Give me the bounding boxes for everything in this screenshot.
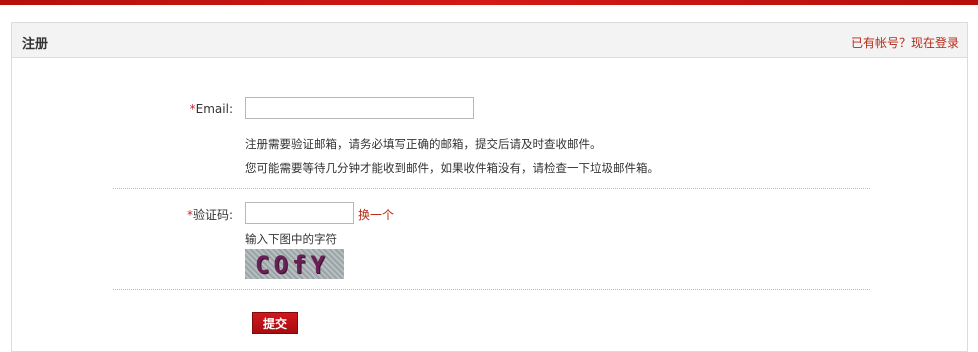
- panel-header: 注册 已有帐号？现在登录: [12, 23, 967, 58]
- submit-button[interactable]: 提交: [252, 312, 298, 334]
- register-panel: 注册 已有帐号？现在登录: [11, 22, 968, 352]
- captcha-field[interactable]: [245, 202, 354, 224]
- captcha-label-text: 验证码:: [192, 208, 233, 222]
- top-red-bar: [0, 0, 978, 5]
- captcha-label: *验证码:: [113, 206, 233, 223]
- divider: [113, 188, 870, 189]
- email-field[interactable]: [245, 97, 474, 119]
- captcha-image[interactable]: COfY: [245, 249, 344, 279]
- captcha-image-text: COfY: [255, 251, 329, 279]
- email-label: *Email:: [113, 102, 233, 116]
- page-title: 注册: [22, 37, 49, 52]
- refresh-captcha-link[interactable]: 换一个: [358, 206, 394, 223]
- email-label-text: Email:: [195, 102, 233, 116]
- divider: [113, 289, 870, 290]
- email-hint-2: 您可能需要等待几分钟才能收到邮件，如果收件箱没有，请检查一下垃圾邮件箱。: [245, 161, 659, 175]
- email-hint-1: 注册需要验证邮箱，请务必填写正确的邮箱，提交后请及时查收邮件。: [245, 137, 602, 151]
- captcha-instruction: 输入下图中的字符: [245, 232, 337, 246]
- login-link[interactable]: 已有帐号？现在登录: [851, 34, 959, 51]
